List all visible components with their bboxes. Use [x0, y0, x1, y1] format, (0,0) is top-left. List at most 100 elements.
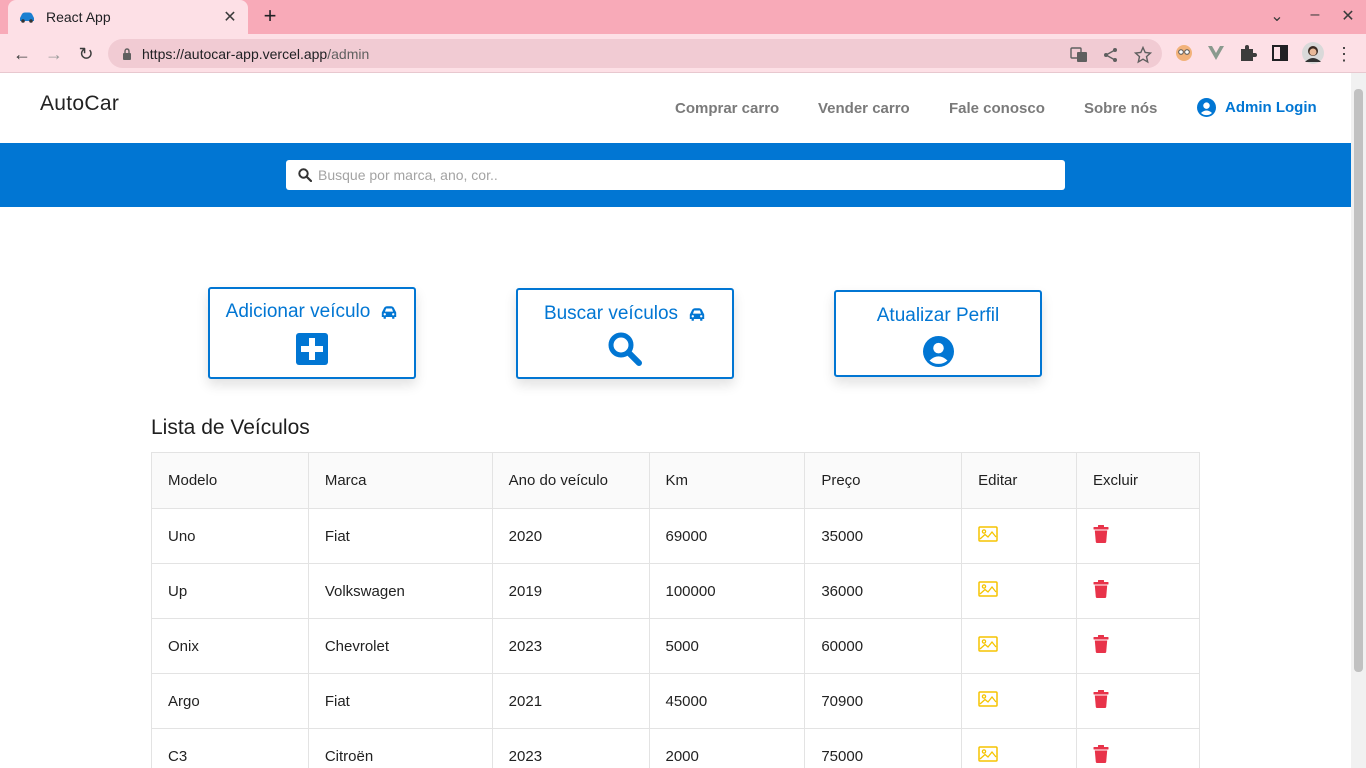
- update-profile-label: Atualizar Perfil: [876, 305, 1000, 326]
- cell-km: 5000: [648, 618, 806, 674]
- side-panel-icon[interactable]: [1270, 43, 1290, 63]
- cell-preco: 60000: [804, 618, 963, 674]
- add-vehicle-card[interactable]: Adicionar veículo: [208, 287, 416, 379]
- cell-preco: 75000: [804, 728, 963, 768]
- browser-tab[interactable]: React App ✕: [8, 0, 248, 34]
- column-header-editar: Editar: [961, 452, 1078, 509]
- tab-close-icon[interactable]: ✕: [222, 7, 238, 27]
- browser-menu-icon[interactable]: ⋮: [1332, 42, 1356, 66]
- image-edit-icon[interactable]: [978, 526, 998, 542]
- cell-modelo: Argo: [151, 673, 309, 729]
- image-edit-icon[interactable]: [978, 581, 998, 597]
- nav-fale-conosco[interactable]: Fale conosco: [949, 100, 1045, 117]
- extension-v-icon[interactable]: [1206, 43, 1226, 63]
- search-band: [0, 143, 1351, 207]
- bookmark-star-icon[interactable]: [1134, 46, 1152, 64]
- lock-icon: [123, 47, 131, 60]
- user-circle-icon: [1197, 98, 1216, 117]
- site-header: AutoCar Comprar carro Vender carro Fale …: [0, 73, 1351, 143]
- column-header-km: Km: [648, 452, 806, 509]
- table-row: Onix Chevrolet 2023 5000 60000: [151, 618, 1200, 674]
- admin-login-link[interactable]: Admin Login: [1197, 98, 1317, 117]
- back-icon[interactable]: ←: [10, 42, 34, 66]
- nav-comprar-carro[interactable]: Comprar carro: [675, 100, 779, 117]
- address-bar[interactable]: https://autocar-app.vercel.app/admin: [108, 39, 1162, 68]
- cell-edit: [961, 673, 1078, 729]
- car-icon: [382, 305, 397, 319]
- trash-delete-icon[interactable]: [1093, 580, 1109, 598]
- translate-icon[interactable]: [1070, 46, 1088, 64]
- image-edit-icon[interactable]: [978, 746, 998, 762]
- cell-km: 45000: [648, 673, 806, 729]
- find-vehicles-label: Buscar veículos: [543, 303, 679, 324]
- cell-edit: [961, 508, 1078, 564]
- column-header-modelo: Modelo: [151, 452, 309, 509]
- cell-marca: Volkswagen: [307, 563, 493, 619]
- cell-ano: 2019: [491, 563, 650, 619]
- nav-vender-carro[interactable]: Vender carro: [818, 100, 910, 117]
- trash-delete-icon[interactable]: [1093, 635, 1109, 653]
- cell-modelo: Up: [151, 563, 309, 619]
- extension-face-icon[interactable]: [1174, 43, 1194, 63]
- profile-avatar-icon[interactable]: [1302, 42, 1324, 64]
- brand-logo[interactable]: AutoCar: [40, 92, 119, 116]
- share-icon[interactable]: [1102, 46, 1120, 64]
- extensions-puzzle-icon[interactable]: [1238, 43, 1258, 63]
- trash-delete-icon[interactable]: [1093, 525, 1109, 543]
- search-icon: [298, 168, 312, 182]
- table-row: Up Volkswagen 2019 100000 36000: [151, 563, 1200, 619]
- search-input[interactable]: [318, 167, 1018, 183]
- user-circle-icon: [922, 336, 954, 367]
- nav-sobre-nos[interactable]: Sobre nós: [1084, 100, 1157, 117]
- table-header-row: Modelo Marca Ano do veículo Km Preço Edi…: [151, 452, 1200, 509]
- cell-km: 69000: [648, 508, 806, 564]
- close-window-icon[interactable]: ✕: [1338, 6, 1358, 26]
- cell-km: 100000: [648, 563, 806, 619]
- cell-modelo: C3: [151, 728, 309, 768]
- cell-km: 2000: [648, 728, 806, 768]
- image-edit-icon[interactable]: [978, 691, 998, 707]
- page-scrollbar[interactable]: [1351, 73, 1366, 768]
- cell-preco: 36000: [804, 563, 963, 619]
- vehicle-list-title: Lista de Veículos: [151, 416, 310, 439]
- table-row: C3 Citroën 2023 2000 75000: [151, 728, 1200, 768]
- table-body: Uno Fiat 2020 69000 35000 Up Volkswagen …: [151, 508, 1200, 768]
- cell-marca: Fiat: [307, 673, 493, 729]
- column-header-marca: Marca: [307, 452, 493, 509]
- new-tab-button[interactable]: +: [258, 4, 282, 28]
- browser-toolbar: ← → ↻ https://autocar-app.vercel.app/adm…: [0, 34, 1366, 73]
- search-box[interactable]: [286, 160, 1065, 190]
- trash-delete-icon[interactable]: [1093, 745, 1109, 763]
- find-vehicles-card[interactable]: Buscar veículos: [516, 288, 734, 379]
- table-row: Argo Fiat 2021 45000 70900: [151, 673, 1200, 729]
- cell-delete: [1076, 563, 1200, 619]
- cell-preco: 35000: [804, 508, 963, 564]
- cell-modelo: Uno: [151, 508, 309, 564]
- scrollbar-thumb[interactable]: [1354, 89, 1363, 672]
- url-path: /admin: [327, 45, 370, 62]
- cell-delete: [1076, 728, 1200, 768]
- cell-ano: 2020: [491, 508, 650, 564]
- tab-search-icon[interactable]: ⌄: [1267, 6, 1287, 26]
- vehicle-table: Modelo Marca Ano do veículo Km Preço Edi…: [151, 452, 1200, 768]
- cell-delete: [1076, 508, 1200, 564]
- car-icon: [689, 307, 705, 321]
- trash-delete-icon[interactable]: [1093, 690, 1109, 708]
- plus-square-icon: [296, 333, 328, 365]
- search-icon: [608, 332, 642, 366]
- page-content: AutoCar Comprar carro Vender carro Fale …: [0, 73, 1351, 768]
- image-edit-icon[interactable]: [978, 636, 998, 652]
- column-header-excluir: Excluir: [1076, 452, 1200, 509]
- cell-marca: Chevrolet: [307, 618, 493, 674]
- table-row: Uno Fiat 2020 69000 35000: [151, 508, 1200, 564]
- url-host: https://autocar-app.vercel.app: [142, 45, 328, 62]
- update-profile-card[interactable]: Atualizar Perfil: [834, 290, 1042, 377]
- cell-ano: 2023: [491, 618, 650, 674]
- minimize-icon[interactable]: –: [1305, 6, 1325, 24]
- car-favicon-icon: [18, 11, 36, 23]
- column-header-ano: Ano do veículo: [491, 452, 650, 509]
- reload-icon[interactable]: ↻: [74, 42, 98, 66]
- cell-edit: [961, 618, 1078, 674]
- cell-marca: Fiat: [307, 508, 493, 564]
- forward-icon[interactable]: →: [42, 42, 66, 66]
